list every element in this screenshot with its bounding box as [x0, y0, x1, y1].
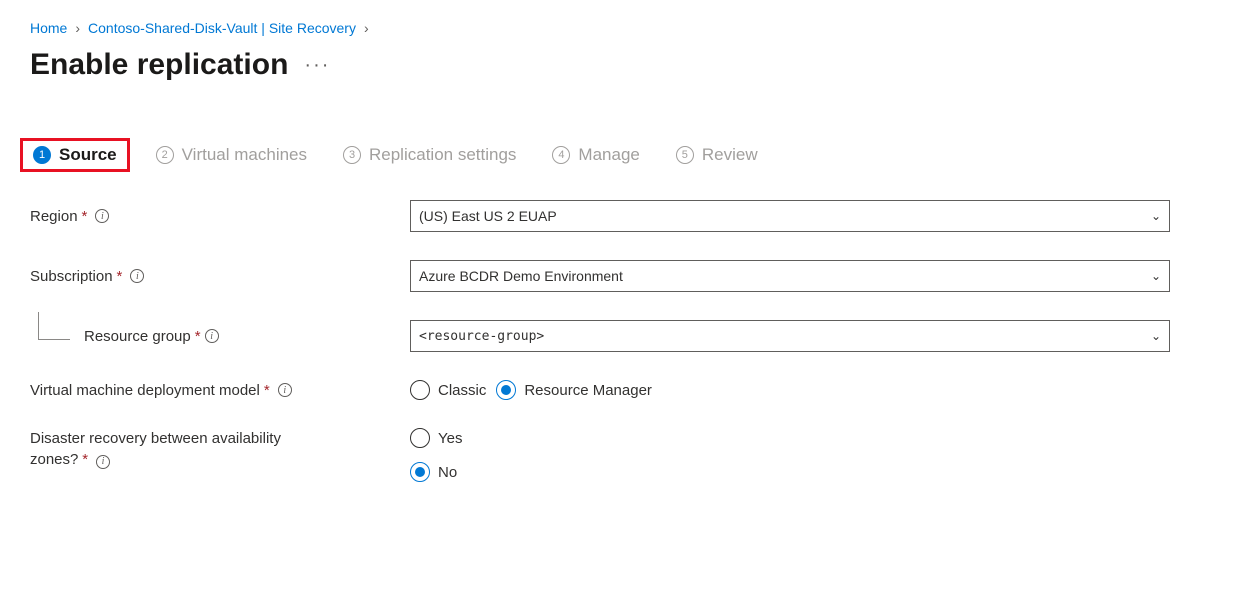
- radio-label: Yes: [438, 430, 462, 447]
- radio-icon: [410, 428, 430, 448]
- title-row: Enable replication ···: [30, 48, 1225, 82]
- radio-label: Classic: [438, 382, 486, 399]
- region-label: Region: [30, 208, 78, 225]
- more-actions-button[interactable]: ···: [304, 54, 330, 77]
- required-mark: *: [195, 328, 201, 345]
- resource-group-value: <resource-group>: [419, 329, 544, 344]
- radio-dr-no[interactable]: No: [410, 462, 457, 482]
- subscription-value: Azure BCDR Demo Environment: [419, 268, 623, 284]
- step-label: Manage: [578, 145, 639, 165]
- step-label: Replication settings: [369, 145, 516, 165]
- region-dropdown[interactable]: (US) East US 2 EUAP ⌄: [410, 200, 1170, 232]
- radio-label: Resource Manager: [524, 382, 652, 399]
- step-manage[interactable]: 4 Manage: [552, 145, 639, 165]
- required-mark: *: [82, 208, 88, 225]
- step-number-badge: 2: [156, 146, 174, 164]
- step-number-badge: 4: [552, 146, 570, 164]
- deployment-model-label: Virtual machine deployment model: [30, 382, 260, 399]
- step-virtual-machines[interactable]: 2 Virtual machines: [156, 145, 307, 165]
- required-mark: *: [82, 451, 88, 468]
- tree-branch-icon: Resource group * i: [30, 322, 219, 350]
- step-number-badge: 3: [343, 146, 361, 164]
- resource-group-dropdown[interactable]: <resource-group> ⌄: [410, 320, 1170, 352]
- step-label: Virtual machines: [182, 145, 307, 165]
- info-icon[interactable]: i: [95, 209, 109, 223]
- form-row-subscription: Subscription * i Azure BCDR Demo Environ…: [30, 260, 1225, 292]
- deployment-model-radio-group: Classic Resource Manager: [410, 380, 1170, 400]
- radio-classic[interactable]: Classic: [410, 380, 486, 400]
- resource-group-label: Resource group: [84, 328, 191, 345]
- required-mark: *: [264, 382, 270, 399]
- required-mark: *: [117, 268, 123, 285]
- step-number-badge: 5: [676, 146, 694, 164]
- info-icon[interactable]: i: [278, 383, 292, 397]
- chevron-down-icon: ⌄: [1151, 329, 1161, 343]
- region-value: (US) East US 2 EUAP: [419, 208, 557, 224]
- form-row-deployment-model: Virtual machine deployment model * i Cla…: [30, 380, 1225, 400]
- chevron-right-icon: ›: [364, 20, 369, 36]
- subscription-dropdown[interactable]: Azure BCDR Demo Environment ⌄: [410, 260, 1170, 292]
- info-icon[interactable]: i: [130, 269, 144, 283]
- radio-label: No: [438, 464, 457, 481]
- breadcrumb-vault[interactable]: Contoso-Shared-Disk-Vault | Site Recover…: [88, 20, 356, 36]
- step-label: Review: [702, 145, 758, 165]
- form-row-dr-zones: Disaster recovery between availability z…: [30, 428, 1225, 482]
- info-icon[interactable]: i: [96, 455, 110, 469]
- chevron-down-icon: ⌄: [1151, 269, 1161, 283]
- page-title: Enable replication: [30, 48, 288, 82]
- radio-dr-yes[interactable]: Yes: [410, 428, 462, 448]
- step-number-badge: 1: [33, 146, 51, 164]
- chevron-down-icon: ⌄: [1151, 209, 1161, 223]
- dr-zones-radio-group: Yes No: [410, 428, 1170, 482]
- radio-icon: [410, 380, 430, 400]
- wizard-steps: 1 Source 2 Virtual machines 3 Replicatio…: [30, 142, 1225, 168]
- breadcrumb: Home › Contoso-Shared-Disk-Vault | Site …: [30, 20, 1225, 36]
- subscription-label: Subscription: [30, 268, 113, 285]
- step-review[interactable]: 5 Review: [676, 145, 758, 165]
- radio-resource-manager[interactable]: Resource Manager: [496, 380, 652, 400]
- info-icon[interactable]: i: [205, 329, 219, 343]
- form-row-resource-group: Resource group * i <resource-group> ⌄: [30, 320, 1225, 352]
- radio-icon-selected: [410, 462, 430, 482]
- radio-icon-selected: [496, 380, 516, 400]
- chevron-right-icon: ›: [75, 20, 80, 36]
- form-row-region: Region * i (US) East US 2 EUAP ⌄: [30, 200, 1225, 232]
- breadcrumb-home[interactable]: Home: [30, 20, 67, 36]
- step-label: Source: [59, 145, 117, 165]
- step-replication-settings[interactable]: 3 Replication settings: [343, 145, 516, 165]
- step-source[interactable]: 1 Source: [20, 138, 130, 172]
- dr-zones-label: Disaster recovery between availability z…: [30, 428, 281, 470]
